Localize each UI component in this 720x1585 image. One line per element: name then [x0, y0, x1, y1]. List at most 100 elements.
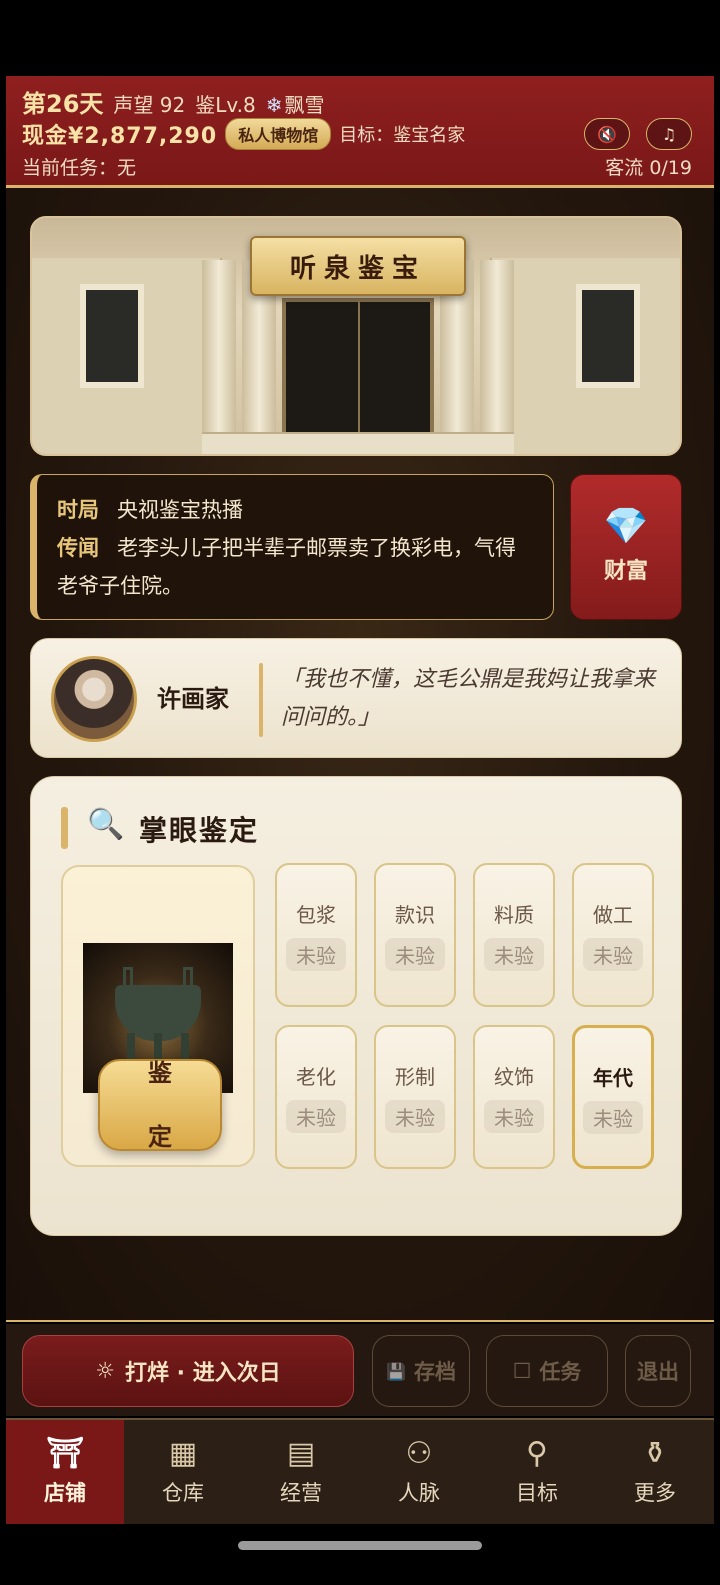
- magnifier-icon: 🔍: [87, 807, 125, 842]
- attr-xingzhi[interactable]: 形制 未验: [374, 1025, 456, 1169]
- situation-label: 时局: [57, 498, 99, 522]
- attr-baojiang[interactable]: 包浆 未验: [275, 863, 357, 1007]
- music-button[interactable]: ♫: [646, 118, 692, 150]
- music-icon: ♫: [661, 124, 677, 144]
- attr-name: 老化: [296, 1065, 336, 1089]
- attr-name: 料质: [494, 903, 534, 927]
- attr-zuogong[interactable]: 做工 未验: [572, 863, 654, 1007]
- window: [576, 284, 640, 388]
- attr-status: 未验: [484, 1100, 544, 1133]
- attr-laohua[interactable]: 老化 未验: [275, 1025, 357, 1169]
- nav-goals[interactable]: ⚲ 目标: [478, 1420, 596, 1524]
- attr-liaozhi[interactable]: 料质 未验: [473, 863, 555, 1007]
- nav-contacts[interactable]: ⚇ 人脉: [360, 1420, 478, 1524]
- chest-icon: ▦: [168, 1436, 198, 1471]
- pillar: [480, 260, 514, 450]
- current-task: 当前任务：无: [22, 157, 137, 179]
- wealth-label: 财富: [603, 559, 648, 584]
- customer-traffic: 客流 0/19: [605, 157, 692, 179]
- exit-button[interactable]: 退出: [625, 1335, 691, 1407]
- attr-name: 款识: [395, 903, 435, 927]
- game-header: 第26天 声望 92 鉴Lv.8 ❄ 飘雪 现金¥2,877,290 私人博物馆…: [6, 76, 714, 188]
- nav-label: 更多: [634, 1481, 676, 1505]
- nav-more[interactable]: ⚱ 更多: [596, 1420, 714, 1524]
- attr-name: 年代: [593, 1066, 633, 1090]
- appraise-button-char: 鉴: [148, 1059, 172, 1087]
- mute-button[interactable]: 🔇: [584, 118, 630, 150]
- customer-dialog: 许画家 「我也不懂，这毛公鼎是我妈让我拿来问问的。」: [30, 638, 682, 758]
- bottom-nav: ⛩ 店铺 ▦ 仓库 ▤ 经营 ⚇ 人脉 ⚲ 目标 ⚱ 更多: [6, 1418, 714, 1524]
- appraise-button-char: 定: [148, 1123, 172, 1151]
- attr-status: 未验: [286, 1100, 346, 1133]
- attr-name: 做工: [593, 903, 633, 927]
- task-button[interactable]: ☐ 任务: [486, 1335, 608, 1407]
- situation-text: 央视鉴宝热播: [117, 498, 243, 522]
- shop-icon: ⛩: [45, 1436, 85, 1471]
- attr-status: 未验: [583, 938, 643, 971]
- reputation: 声望 92: [113, 93, 186, 117]
- action-bar: ☼ 打烊 · 进入次日 💾 存档 ☐ 任务 退出: [6, 1324, 714, 1416]
- goal-text: 目标：鉴宝名家: [339, 125, 466, 146]
- rumor-label: 传闻: [57, 536, 99, 560]
- attr-kuanshi[interactable]: 款识 未验: [374, 863, 456, 1007]
- attr-niandai[interactable]: 年代 未验: [572, 1025, 654, 1169]
- attr-wenshi[interactable]: 纹饰 未验: [473, 1025, 555, 1169]
- sun-icon: ☼: [95, 1358, 116, 1384]
- nav-label: 经营: [280, 1481, 322, 1505]
- museum-badge: 私人博物馆: [225, 118, 332, 150]
- save-icon: 💾: [386, 1361, 406, 1381]
- cash-amount: 现金¥2,877,290: [22, 124, 218, 149]
- status-bar: [0, 0, 720, 76]
- exit-label: 退出: [637, 1360, 679, 1384]
- attr-status: 未验: [583, 1101, 643, 1134]
- window: [80, 284, 144, 388]
- item-card: 鉴定: [61, 865, 255, 1167]
- attr-status: 未验: [385, 938, 445, 971]
- wealth-button[interactable]: 💎 财富: [570, 474, 682, 620]
- home-indicator[interactable]: [238, 1541, 482, 1550]
- appraise-button[interactable]: 鉴定: [98, 1059, 222, 1151]
- nav-warehouse[interactable]: ▦ 仓库: [124, 1420, 242, 1524]
- shop-banner: 听泉鉴宝: [30, 216, 682, 456]
- customer-quote: 「我也不懂，这毛公鼎是我妈让我拿来问问的。」: [281, 667, 656, 730]
- shop-name-plaque: 听泉鉴宝: [250, 236, 466, 296]
- save-label: 存档: [413, 1360, 456, 1384]
- dialog-divider: [259, 663, 263, 737]
- pillar: [202, 260, 236, 450]
- nav-label: 仓库: [162, 1481, 204, 1505]
- day-counter: 第26天: [22, 90, 104, 118]
- nav-business[interactable]: ▤ 经营: [242, 1420, 360, 1524]
- snowflake-icon: ❄: [265, 93, 283, 117]
- nav-label: 目标: [516, 1481, 558, 1505]
- mute-icon: 🔇: [597, 124, 617, 144]
- building-left: [32, 258, 222, 454]
- attr-name: 包浆: [296, 903, 336, 927]
- attr-name: 纹饰: [494, 1065, 534, 1089]
- people-icon: ⚇: [405, 1436, 433, 1471]
- close-shop-next-day-button[interactable]: ☼ 打烊 · 进入次日: [22, 1335, 354, 1407]
- attr-name: 形制: [395, 1065, 435, 1089]
- attr-status: 未验: [385, 1100, 445, 1133]
- nav-label: 店铺: [44, 1481, 86, 1505]
- front-steps: [202, 432, 514, 454]
- appraisal-panel: 🔍 掌眼鉴定 鉴定 包浆 未验 款识 未验 料质 未验 做工 未验 老化 未验 …: [30, 776, 682, 1236]
- task-label: 任务: [539, 1360, 582, 1384]
- nav-shop[interactable]: ⛩ 店铺: [6, 1420, 124, 1524]
- appraisal-title: 掌眼鉴定: [139, 814, 260, 847]
- shop-panel: 听泉鉴宝 时局 央视鉴宝热播 传闻 老李头儿子把半辈子邮票卖了换彩电，气得老爷子住院…: [6, 188, 714, 1322]
- customer-name: 许画家: [157, 685, 229, 713]
- rumor-text: 老李头儿子把半辈子邮票卖了换彩电，气得老爷子住院。: [57, 536, 516, 598]
- customer-avatar: [51, 656, 137, 742]
- next-day-label: 打烊 · 进入次日: [125, 1361, 281, 1386]
- vase-icon: ⚱: [642, 1436, 668, 1471]
- nav-label: 人脉: [398, 1481, 440, 1505]
- building-right: [490, 258, 680, 454]
- title-accent: [61, 807, 68, 849]
- abacus-icon: ▤: [286, 1436, 316, 1471]
- scroll-icon: ⚲: [526, 1436, 548, 1471]
- attr-status: 未验: [286, 938, 346, 971]
- appraiser-level: 鉴Lv.8: [195, 93, 256, 117]
- weather: 飘雪: [284, 93, 325, 117]
- save-button[interactable]: 💾 存档: [372, 1335, 470, 1407]
- diamond-icon: 💎: [603, 506, 649, 547]
